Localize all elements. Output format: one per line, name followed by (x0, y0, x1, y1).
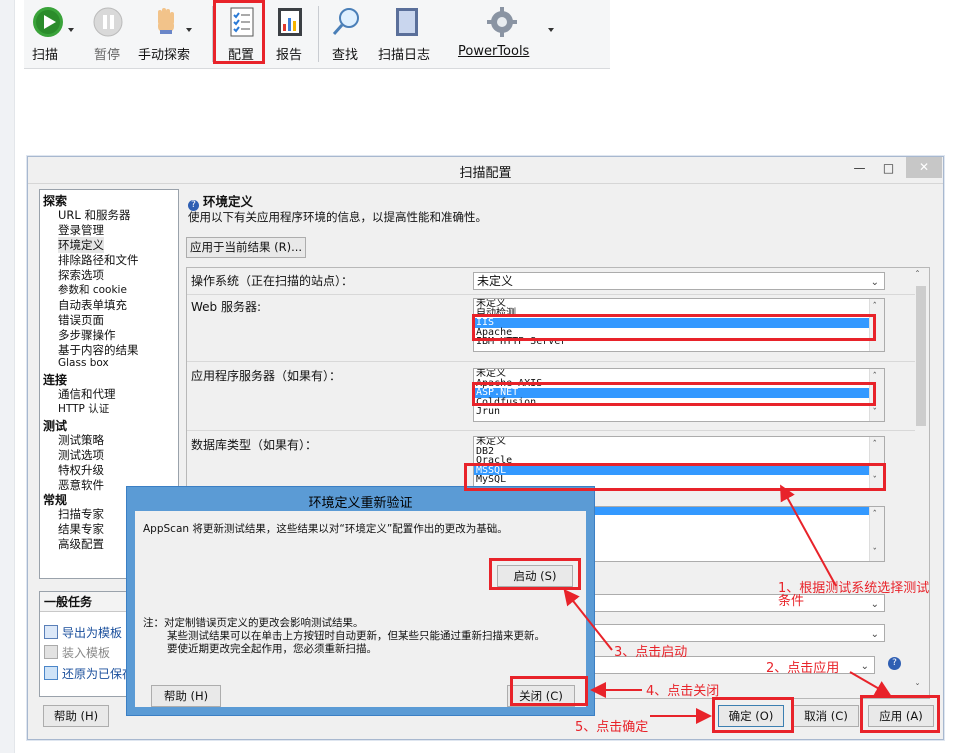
annotation-step5: 5、点击确定 (575, 720, 649, 735)
arrow-step2 (849, 671, 892, 697)
annotation-arrows (563, 484, 892, 724)
annotation-step4: 4、点击关闭 (646, 684, 720, 699)
arrow-step3 (563, 588, 613, 651)
annotation-step3: 3、点击启动 (614, 645, 688, 660)
annotation-step1-line2: 条件 (778, 594, 805, 609)
arrow-step1 (780, 484, 837, 587)
annotation-step2: 2、点击应用 (766, 661, 840, 676)
